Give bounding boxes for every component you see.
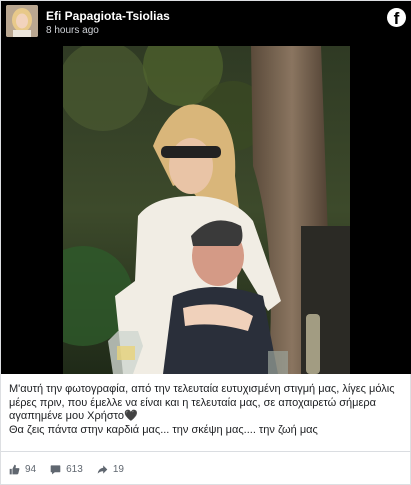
shares-stat[interactable]: 19 xyxy=(97,464,124,475)
post-timestamp[interactable]: 8 hours ago xyxy=(46,25,99,36)
post-header: Efi Papagiota-Tsiolias 8 hours ago f xyxy=(1,1,411,46)
caption-text: Μ'αυτή την φωτογραφία, από την τελευταία… xyxy=(9,383,395,422)
divider xyxy=(1,451,411,452)
comments-count: 613 xyxy=(66,463,83,475)
author-avatar[interactable] xyxy=(6,5,38,37)
post-caption: Μ'αυτή την φωτογραφία, από την τελευταία… xyxy=(9,383,405,437)
author-name[interactable]: Efi Papagiota-Tsiolias xyxy=(46,9,170,23)
comment-icon xyxy=(50,464,61,474)
comments-stat[interactable]: 613 xyxy=(50,464,83,475)
caption-text-closing: Θα ζεις πάντα στην καρδιά μας... την σκέ… xyxy=(9,423,318,436)
likes-stat[interactable]: 94 xyxy=(9,464,36,475)
post-stats: 94 613 19 xyxy=(9,461,138,477)
thumbs-up-icon xyxy=(9,464,20,474)
post-photo[interactable] xyxy=(1,46,411,374)
facebook-post-card: Efi Papagiota-Tsiolias 8 hours ago f Μ'α… xyxy=(0,0,411,485)
shares-count: 19 xyxy=(112,463,124,475)
likes-count: 94 xyxy=(25,463,37,475)
photo-image xyxy=(63,46,350,374)
facebook-icon[interactable]: f xyxy=(387,8,406,28)
share-arrow-icon xyxy=(97,464,108,474)
